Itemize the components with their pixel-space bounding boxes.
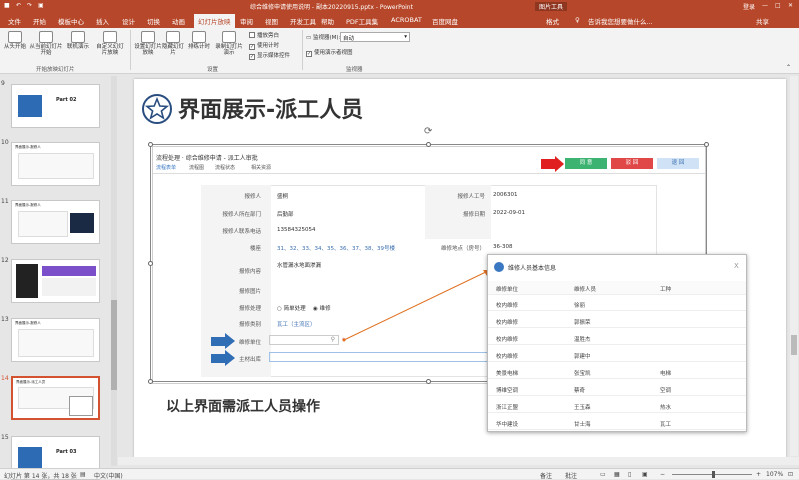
slide-sorter-icon[interactable]: ▦ [614,471,620,478]
column-header: 维修人员 [574,287,597,293]
slideshow-view-icon[interactable]: ▣ [642,471,648,478]
popup-close-icon: X [734,262,739,270]
table-row: 博维空调 蔡奇 空调 [488,382,746,396]
table-row: 华中建设 甘士海 瓦工 [488,416,746,430]
column-header: 工种 [660,287,672,293]
table-row: 校内维修 徐丽 [488,297,746,311]
table-row: 校内维修 温胜杰 [488,331,746,345]
normal-view-icon[interactable]: ▭ [600,471,606,478]
horizontal-scrollbar[interactable] [118,457,799,465]
zoom-in-icon[interactable]: + [756,471,761,478]
zoom-out-icon[interactable]: − [660,471,665,478]
popup-title: 维修人员基本信息 [508,265,557,272]
info-icon [494,262,504,272]
table-row: 美景电梯 张宝凯 电梯 [488,365,746,379]
zoom-slider-thumb[interactable] [712,471,715,478]
slide-scrollbar[interactable] [790,76,798,456]
popup-header-row: 维修单位 维修人员 工种 [488,281,746,295]
repair-staff-popup[interactable]: 维修人员基本信息 X 维修单位 维修人员 工种 校内维修 徐丽 校内维修 郭振荣 校… [487,254,747,432]
table-row: 校内维修 郭建中 [488,348,746,362]
table-row: 校内维修 郭振荣 [488,314,746,328]
scrollbar-thumb[interactable] [791,335,797,355]
reading-view-icon[interactable]: ▯ [628,471,631,478]
status-bar: 幻灯片 第 14 张，共 18 张 ▤ 中文(中国) 备注 批注 ▭ ▦ ▯ ▣… [0,468,799,480]
zoom-level[interactable]: 107% [766,471,783,478]
table-row: 浙江正盟 王玉森 热水 [488,399,746,413]
slide-caption[interactable]: 以上界面需派工人员操作 [166,396,320,416]
column-header: 维修单位 [496,287,519,293]
fit-slide-icon[interactable]: ⊡ [788,471,793,478]
spellcheck-icon[interactable]: ▤ [80,471,86,478]
